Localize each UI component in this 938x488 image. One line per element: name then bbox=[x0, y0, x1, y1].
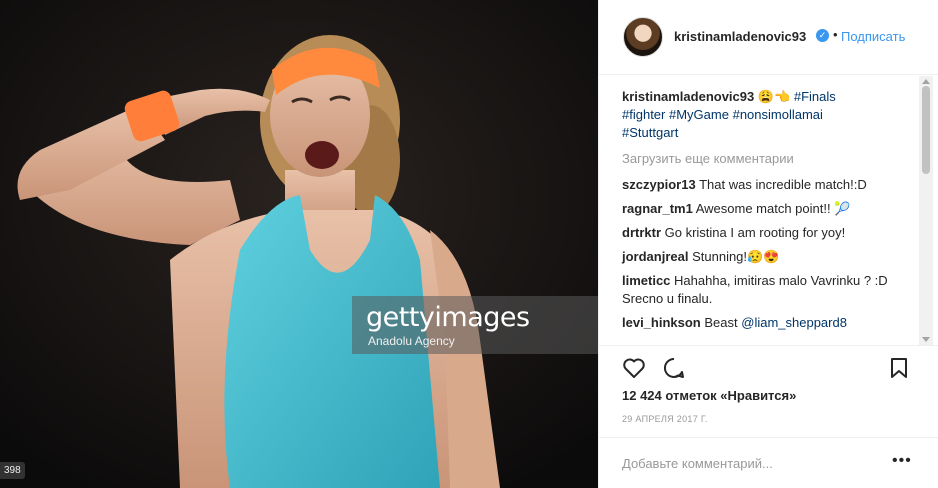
comment-text: Awesome match point!! 🎾 bbox=[695, 201, 851, 216]
post-photo[interactable]: gettyimages Anadolu Agency 398 bbox=[0, 0, 598, 488]
post-date[interactable]: 29 АПРЕЛЯ 2017 Г. bbox=[622, 414, 708, 424]
comment-username[interactable]: limeticc bbox=[622, 273, 670, 288]
caption: kristinamladenovic93 😩👈 #Finals #fighter… bbox=[622, 88, 912, 142]
caption-username[interactable]: kristinamladenovic93 bbox=[622, 89, 754, 104]
avatar[interactable] bbox=[623, 17, 663, 57]
comment-username[interactable]: levi_hinkson bbox=[622, 315, 701, 330]
post-side-panel: kristinamladenovic93 ✓ • Подписать krist… bbox=[598, 0, 938, 488]
hashtag-finals[interactable]: #Finals bbox=[794, 89, 836, 104]
post-actions bbox=[599, 345, 938, 387]
comments-scrollbar[interactable] bbox=[919, 76, 933, 345]
hashtag-stuttgart[interactable]: #Stuttgart bbox=[622, 125, 678, 140]
hashtag-nonsimollamai[interactable]: #nonsimollamai bbox=[733, 107, 823, 122]
hashtag-fighter[interactable]: #fighter bbox=[622, 107, 665, 122]
comment-item: szczypior13 That was incredible match!:D bbox=[622, 176, 912, 194]
comment-text: That was incredible match!:D bbox=[699, 177, 867, 192]
comment-item: drtrktr Go kristina I am rooting for yoy… bbox=[622, 224, 912, 242]
watermark-logo: gettyimages bbox=[366, 302, 530, 333]
comment-username[interactable]: szczypior13 bbox=[622, 177, 696, 192]
follow-button[interactable]: Подписать bbox=[841, 29, 905, 44]
comment-username[interactable]: jordanjreal bbox=[622, 249, 688, 264]
username-link[interactable]: kristinamladenovic93 bbox=[674, 29, 806, 44]
scroll-down-arrow-icon[interactable] bbox=[922, 337, 930, 342]
post-header: kristinamladenovic93 ✓ • Подписать bbox=[599, 0, 938, 75]
scroll-thumb[interactable] bbox=[922, 86, 930, 174]
hashtag-mygame[interactable]: #MyGame bbox=[669, 107, 729, 122]
comment-item: ragnar_tm1 Awesome match point!! 🎾 bbox=[622, 200, 912, 218]
comment-text: Go kristina I am rooting for yoy! bbox=[664, 225, 846, 240]
comment-icon[interactable] bbox=[662, 356, 686, 380]
comment-username[interactable]: ragnar_tm1 bbox=[622, 201, 693, 216]
load-more-comments[interactable]: Загрузить еще комментарии bbox=[622, 150, 912, 168]
more-dots-icon[interactable]: ••• bbox=[892, 452, 912, 470]
comment-text: Stunning!😥😍 bbox=[692, 249, 780, 264]
comment-input[interactable] bbox=[622, 452, 882, 474]
tennis-player-image bbox=[0, 0, 598, 488]
watermark-agency: Anadolu Agency bbox=[368, 334, 455, 348]
bookmark-icon[interactable] bbox=[887, 356, 911, 380]
separator-dot: • bbox=[833, 27, 838, 42]
photo-corner-id: 398 bbox=[0, 462, 25, 479]
getty-watermark: gettyimages Anadolu Agency bbox=[352, 296, 598, 354]
comment-item: jordanjreal Stunning!😥😍 bbox=[622, 248, 912, 266]
verified-badge-icon: ✓ bbox=[816, 29, 829, 42]
likes-count[interactable]: 12 424 отметок «Нравится» bbox=[622, 388, 796, 403]
comment-text: Beast bbox=[704, 315, 738, 330]
comment-item: levi_hinkson Beast @liam_sheppard8 bbox=[622, 314, 912, 332]
comment-item: limeticc Hahahha, imitiras malo Vavrinku… bbox=[622, 272, 912, 308]
heart-icon[interactable] bbox=[622, 356, 646, 380]
comment-mention[interactable]: @liam_sheppard8 bbox=[741, 315, 847, 330]
scroll-up-arrow-icon[interactable] bbox=[922, 79, 930, 84]
add-comment-bar: ••• bbox=[599, 437, 938, 488]
caption-emojis: 😩👈 bbox=[757, 89, 791, 104]
comments-list[interactable]: kristinamladenovic93 😩👈 #Finals #fighter… bbox=[599, 76, 938, 345]
comment-username[interactable]: drtrktr bbox=[622, 225, 661, 240]
